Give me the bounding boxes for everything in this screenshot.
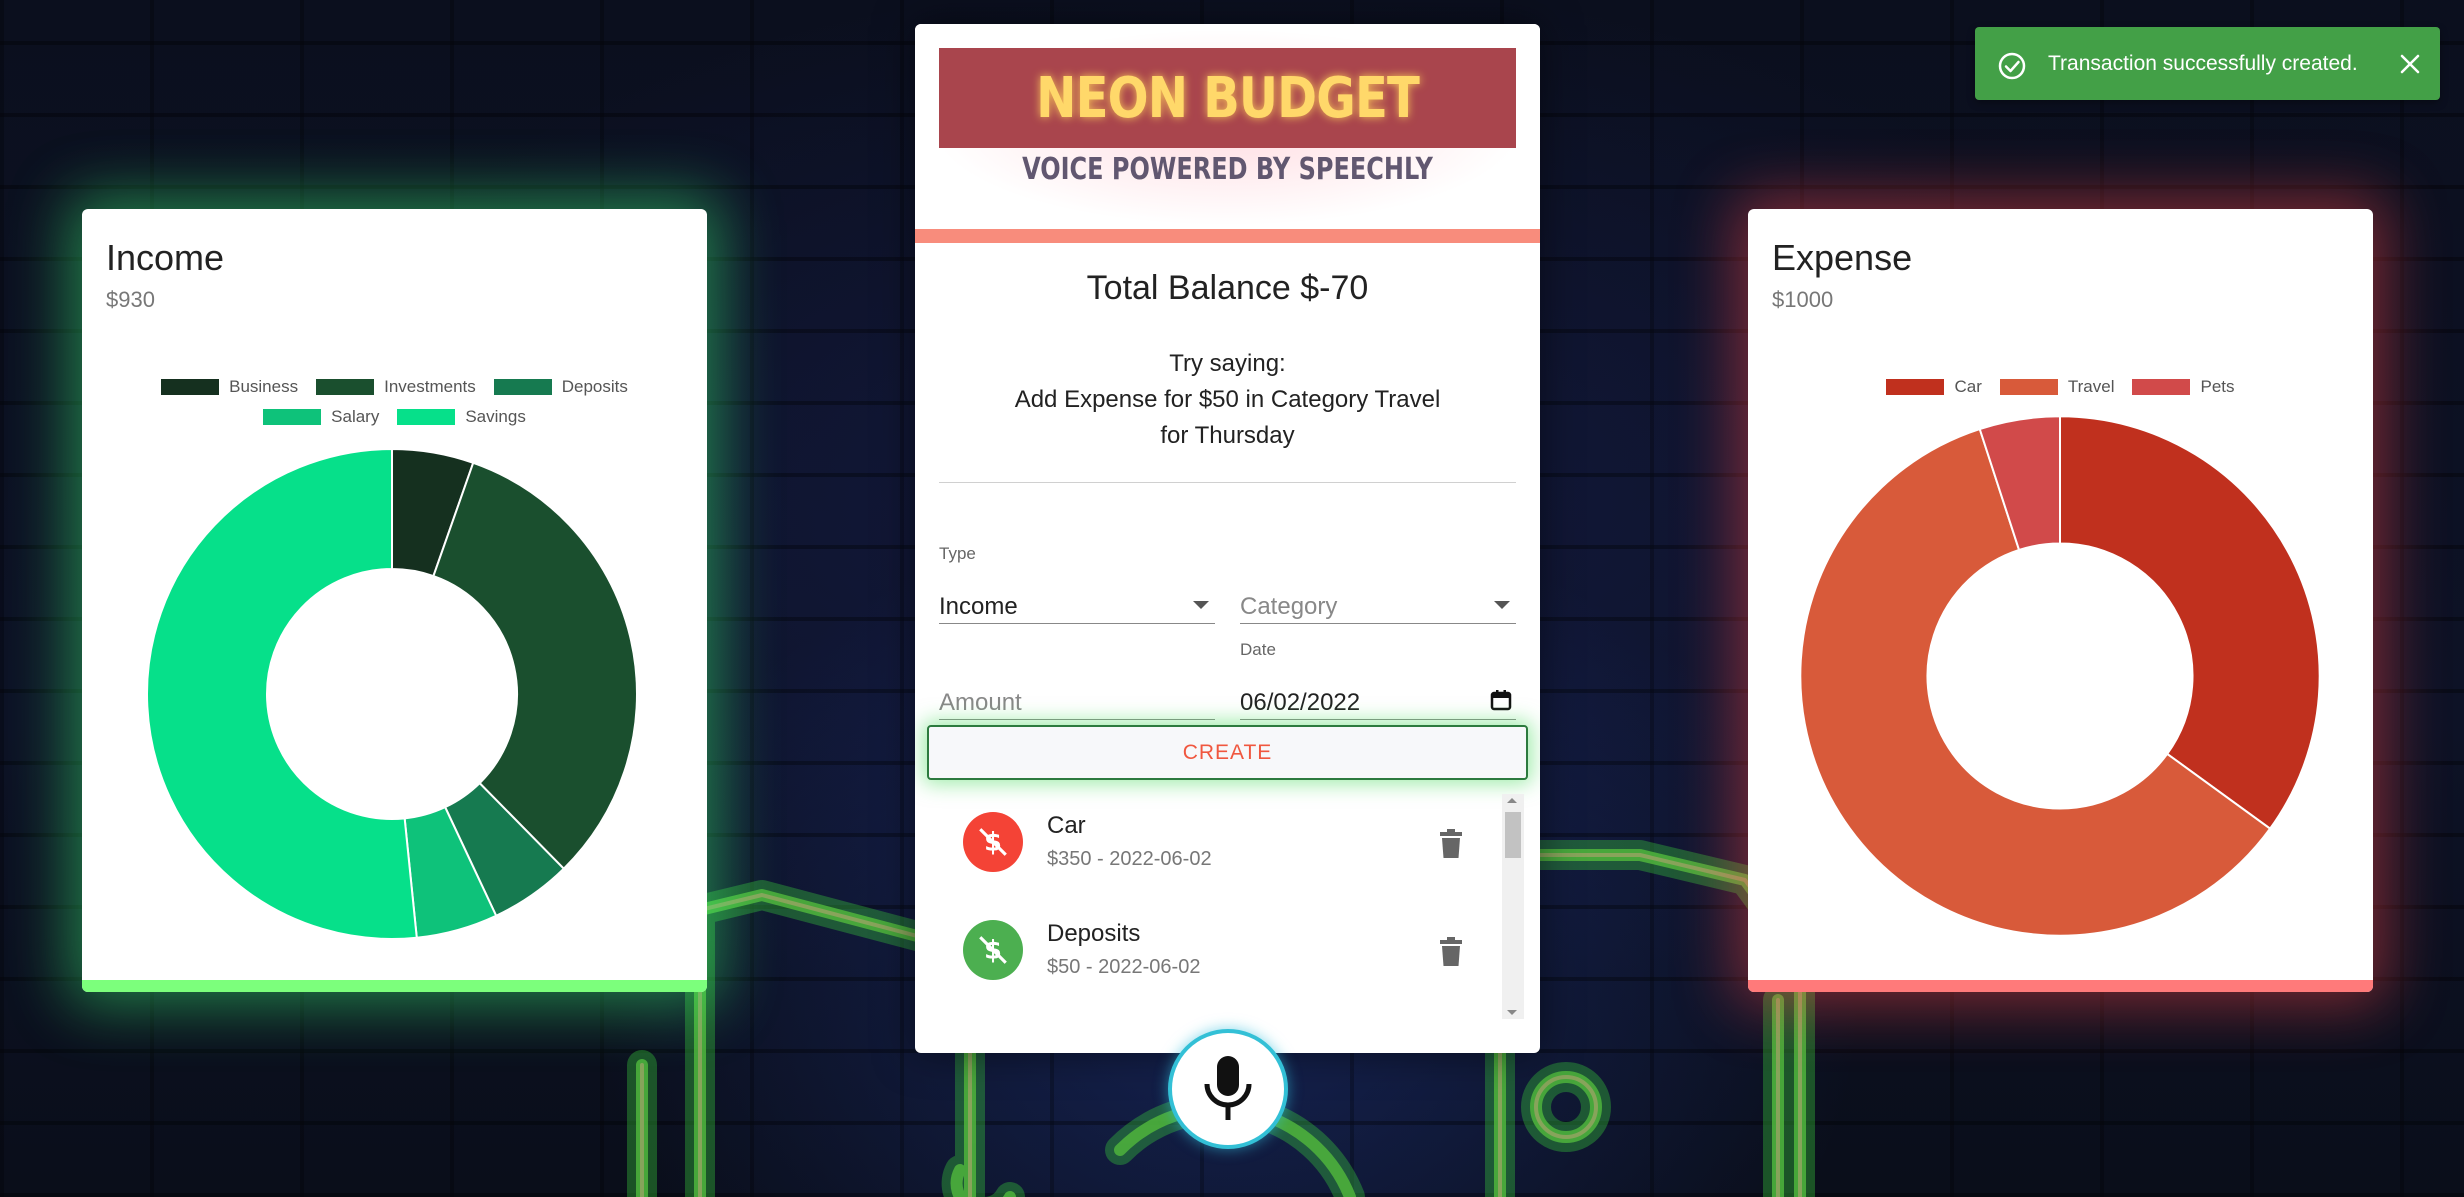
legend-item-car[interactable]: Car — [1886, 377, 1982, 397]
transaction-list[interactable]: $ Car $350 - 2022-06-02 $ Deposits $50 -… — [939, 794, 1524, 1034]
voice-hint: Try saying: Add Expense for $50 in Categ… — [1014, 350, 1441, 449]
legend-item-deposits[interactable]: Deposits — [493, 377, 628, 397]
type-value: Income — [939, 593, 1018, 620]
transaction-detail: $350 - 2022-06-02 — [1047, 848, 1212, 870]
transaction-name: Deposits — [1047, 920, 1141, 947]
legend-item-salary[interactable]: Salary — [263, 407, 379, 427]
tagline: VOICE POWERED BY SPEECHLY — [1022, 152, 1433, 187]
check-circle-icon — [1998, 52, 2026, 80]
type-label: Type — [939, 544, 976, 563]
neon-budget-logo: NEON BUDGET — [939, 48, 1516, 148]
accent-bar — [915, 229, 1540, 243]
date-value: 06/02/2022 — [1240, 689, 1361, 716]
date-label: Date — [1240, 640, 1276, 659]
chevron-down-icon — [1193, 601, 1209, 609]
category-select[interactable]: Category — [1240, 544, 1516, 624]
close-icon[interactable] — [2399, 53, 2421, 75]
legend-item-investments[interactable]: Investments — [316, 377, 476, 397]
income-title: Income — [106, 237, 225, 278]
expense-title: Expense — [1772, 237, 1913, 278]
income-donut-chart — [146, 447, 638, 940]
header-area: NEON BUDGET VOICE POWERED BY SPEECHLY — [915, 24, 1540, 254]
success-toast: Transaction successfully created. — [1975, 27, 2440, 100]
list-item[interactable]: $ Car $350 - 2022-06-02 — [939, 794, 1524, 902]
chevron-down-icon — [1494, 601, 1510, 609]
amount-input[interactable]: Amount — [939, 640, 1215, 720]
expense-donut-chart — [1799, 415, 2321, 937]
slice-savings[interactable] — [146, 447, 418, 940]
calendar-icon[interactable] — [1490, 689, 1512, 711]
scroll-up-arrow[interactable] — [1507, 798, 1517, 803]
list-scrollbar[interactable] — [1502, 794, 1524, 1019]
expense-glow-bar — [1748, 980, 2373, 992]
legend-item-pets[interactable]: Pets — [2132, 377, 2235, 397]
expense-card: Expense $1000 Car Travel Pets — [1748, 209, 2373, 992]
money-off-icon: $ — [963, 812, 1023, 872]
total-balance: Total Balance $-70 — [1086, 269, 1369, 307]
expense-total: $1000 — [1772, 287, 1834, 312]
income-total: $930 — [106, 287, 155, 312]
amount-placeholder: Amount — [939, 689, 1022, 716]
dollar-icon: $ — [963, 920, 1023, 980]
scroll-thumb[interactable] — [1505, 812, 1521, 858]
delete-icon[interactable] — [1437, 936, 1465, 968]
date-input[interactable]: Date 06/02/2022 — [1240, 640, 1516, 720]
transaction-detail: $50 - 2022-06-02 — [1047, 956, 1201, 978]
slice-car[interactable] — [2059, 415, 2321, 831]
legend-item-savings[interactable]: Savings — [397, 407, 526, 427]
toast-message: Transaction successfully created. — [2048, 52, 2358, 75]
delete-icon[interactable] — [1437, 828, 1465, 860]
create-button[interactable]: CREATE — [927, 725, 1528, 780]
expense-legend: Car Travel Pets — [1748, 377, 2373, 407]
legend-item-business[interactable]: Business — [161, 377, 298, 397]
category-placeholder: Category — [1240, 593, 1338, 620]
microphone-icon — [1204, 1056, 1252, 1120]
income-glow-bar — [82, 980, 707, 992]
legend-item-travel[interactable]: Travel — [1999, 377, 2114, 397]
main-card: NEON BUDGET VOICE POWERED BY SPEECHLY To… — [915, 24, 1540, 1053]
type-select[interactable]: Type Income — [939, 544, 1215, 624]
microphone-button[interactable] — [1168, 1029, 1288, 1149]
list-item[interactable]: $ Deposits $50 - 2022-06-02 — [939, 902, 1524, 1010]
income-legend: Business Investments Deposits Salary Sav… — [82, 377, 707, 437]
scroll-down-arrow[interactable] — [1507, 1010, 1517, 1015]
income-card: Income $930 Business Investments Deposit… — [82, 209, 707, 992]
transaction-name: Car — [1047, 812, 1086, 839]
divider — [939, 482, 1516, 483]
